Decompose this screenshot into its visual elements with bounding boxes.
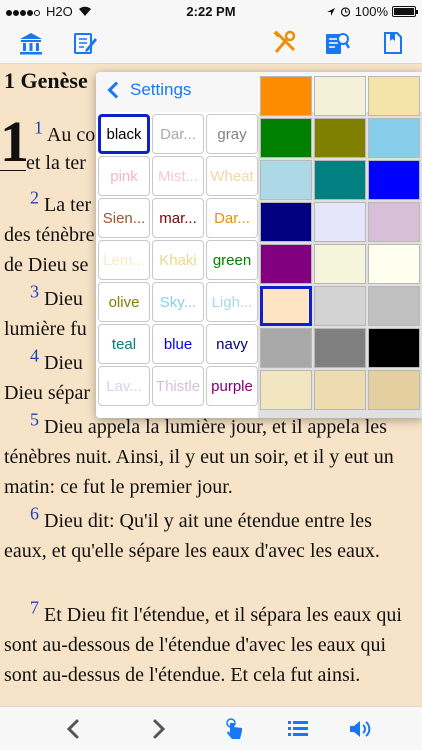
verse-number: 3	[30, 281, 39, 302]
color-swatch[interactable]	[368, 370, 420, 410]
color-name-option[interactable]: gray	[206, 114, 258, 154]
color-swatch[interactable]	[314, 160, 366, 200]
color-name-option[interactable]: Ligh...	[206, 282, 258, 322]
top-toolbar	[0, 22, 422, 64]
color-swatch[interactable]	[314, 202, 366, 242]
color-swatch[interactable]	[314, 286, 366, 326]
alarm-icon	[340, 7, 350, 17]
verse-text: Dieu dit: Qu'il y ait une étendue entre …	[4, 510, 380, 562]
color-name-option[interactable]: mar...	[152, 198, 204, 238]
color-name-option[interactable]: teal	[98, 324, 150, 364]
color-name-option[interactable]: Thistle	[152, 366, 204, 406]
color-name-option[interactable]: Lav...	[98, 366, 150, 406]
chevron-left-icon	[107, 81, 125, 99]
library-icon[interactable]	[18, 30, 44, 56]
edit-icon[interactable]	[72, 30, 98, 56]
verse-number: 7	[30, 597, 39, 618]
battery-icon	[392, 6, 418, 17]
verse-number: 4	[30, 345, 39, 366]
color-name-option[interactable]: Sky...	[152, 282, 204, 322]
location-icon	[326, 7, 335, 16]
color-name-option[interactable]: blue	[152, 324, 204, 364]
color-name-option[interactable]: black	[98, 114, 150, 154]
back-label: Settings	[130, 80, 192, 99]
settings-back-button[interactable]: Settings	[106, 80, 191, 100]
color-name-option[interactable]: Mist...	[152, 156, 204, 196]
status-bar: H2O 2:22 PM 100%	[0, 0, 422, 22]
color-swatch[interactable]	[368, 328, 420, 368]
color-name-option[interactable]: navy	[206, 324, 258, 364]
tap-hand-icon[interactable]	[222, 717, 246, 741]
color-swatch[interactable]	[314, 244, 366, 284]
verse-text: Et Dieu fit l'étendue, et il sépara les …	[4, 604, 402, 686]
color-swatch[interactable]	[314, 328, 366, 368]
text-color-name-grid: black Dar... gray pink Mist... Wheat Sien... ma…	[96, 112, 258, 418]
color-swatch[interactable]	[260, 244, 312, 284]
color-swatch[interactable]	[260, 160, 312, 200]
chapter-number: 1	[0, 109, 29, 174]
verse-number: 5	[30, 409, 39, 430]
color-swatch[interactable]	[314, 370, 366, 410]
book-title: 1 Genèse	[4, 68, 88, 93]
bookmark-icon[interactable]	[380, 30, 406, 56]
color-swatch[interactable]	[368, 202, 420, 242]
bottom-toolbar	[0, 706, 422, 750]
forward-arrow-icon[interactable]	[146, 717, 170, 741]
color-name-option[interactable]: olive	[98, 282, 150, 322]
color-name-option[interactable]: Khaki	[152, 240, 204, 280]
color-swatch[interactable]	[260, 370, 312, 410]
back-arrow-icon[interactable]	[62, 717, 86, 741]
verse-paragraph: 5 Dieu appela la lumière jour, et il app…	[4, 409, 414, 502]
status-right: 100%	[326, 4, 418, 19]
battery-percent: 100%	[354, 4, 388, 19]
color-name-option[interactable]: Dar...	[206, 198, 258, 238]
search-icon[interactable]	[324, 30, 350, 56]
color-swatch[interactable]	[368, 160, 420, 200]
verse-text: Dieu appela la lumière jour, et il appel…	[4, 416, 394, 498]
verse-number: 6	[30, 503, 39, 524]
color-name-option[interactable]: Sien...	[98, 198, 150, 238]
color-name-option[interactable]: Lem...	[98, 240, 150, 280]
verse-text: Dieu	[44, 288, 83, 310]
color-swatch[interactable]	[368, 76, 420, 116]
verse-paragraph: 7 Et Dieu fit l'étendue, et il sépara le…	[4, 597, 414, 690]
color-swatch[interactable]	[260, 286, 312, 326]
color-swatch[interactable]	[260, 118, 312, 158]
verse-number: 2	[30, 187, 39, 208]
color-swatch[interactable]	[314, 118, 366, 158]
verse-paragraph: 6 Dieu dit: Qu'il y ait une étendue entr…	[4, 503, 414, 566]
color-name-option[interactable]: purple	[206, 366, 258, 406]
background-color-swatch-grid	[258, 76, 422, 418]
color-name-option[interactable]: Dar...	[152, 114, 204, 154]
verse-text: Dieu	[44, 352, 83, 374]
color-name-option[interactable]: Wheat	[206, 156, 258, 196]
color-swatch[interactable]	[260, 202, 312, 242]
verse-text: La ter	[44, 194, 92, 216]
color-swatch[interactable]	[368, 118, 420, 158]
color-swatch[interactable]	[314, 76, 366, 116]
color-settings-popover: Settings black Dar... gray pink Mist... Wheat…	[96, 72, 422, 418]
list-icon[interactable]	[286, 717, 310, 741]
color-name-option[interactable]: green	[206, 240, 258, 280]
tools-icon[interactable]	[272, 30, 298, 56]
color-swatch[interactable]	[260, 328, 312, 368]
color-swatch[interactable]	[368, 286, 420, 326]
verse-number: 1	[34, 117, 43, 138]
color-swatch[interactable]	[368, 244, 420, 284]
color-name-option[interactable]: pink	[98, 156, 150, 196]
speaker-icon[interactable]	[348, 717, 372, 741]
color-swatch[interactable]	[260, 76, 312, 116]
verse-text: Au co	[46, 124, 96, 146]
